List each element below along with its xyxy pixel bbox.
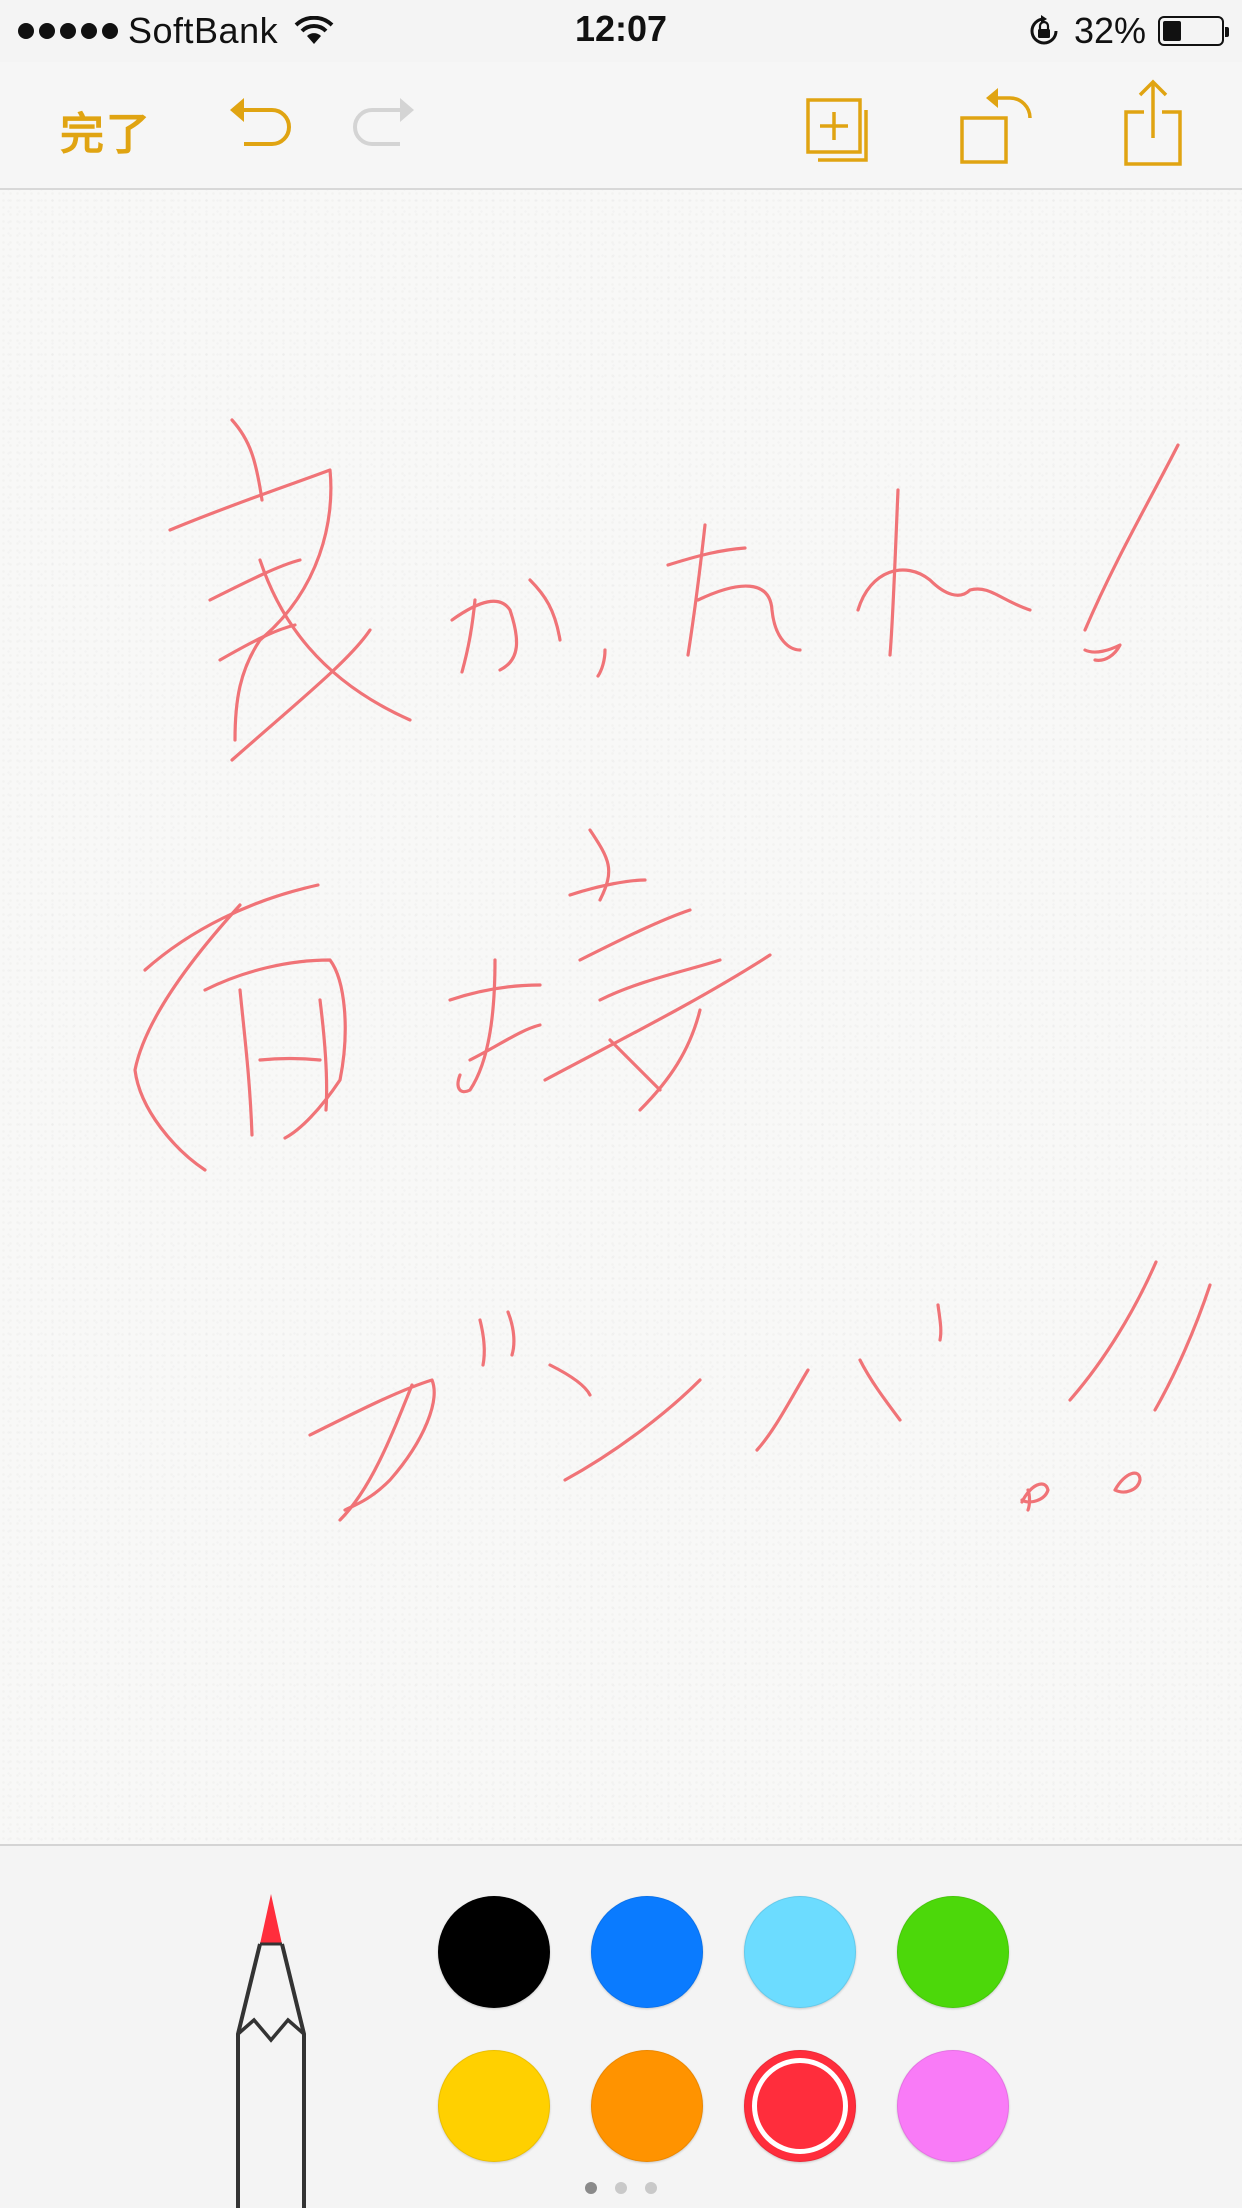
sketch-screen: SoftBank 12:07 32% 完了 [0, 0, 1242, 2208]
color-swatch-pink[interactable] [897, 2050, 1009, 2162]
ink-stroke [858, 1358, 902, 1422]
ink-stroke [308, 1378, 436, 1512]
color-swatch-orange[interactable] [591, 2050, 703, 2162]
ink-stroke [1113, 1471, 1142, 1494]
ink-stroke [596, 648, 607, 678]
ink-stroke [1020, 1482, 1050, 1504]
sketch-toolbar: 完了 [0, 62, 1242, 190]
color-swatch-blue[interactable] [591, 1896, 703, 2008]
ink-stroke [468, 1023, 542, 1062]
ink-palette [0, 1844, 1242, 2208]
color-swatch-black[interactable] [438, 1896, 550, 2008]
ink-stroke [1083, 443, 1180, 632]
ink-stroke [696, 584, 802, 652]
ink-stroke [258, 1056, 322, 1062]
palette-page-indicator [0, 2182, 1242, 2194]
battery-icon [1158, 16, 1229, 46]
ink-stroke [548, 1363, 592, 1397]
ink-stroke [1153, 1283, 1212, 1412]
share-icon [1124, 79, 1182, 166]
battery-percent: 32% [1073, 10, 1146, 51]
ink-stroke [168, 468, 333, 742]
page-dot [615, 2182, 627, 2194]
ink-stroke [238, 988, 254, 1137]
ink-stroke [1083, 643, 1122, 662]
pencil-tool-icon[interactable] [232, 1892, 310, 2208]
ink-stroke [456, 958, 497, 1094]
ink-stroke [230, 418, 264, 502]
add-page-button[interactable] [806, 98, 874, 164]
status-bar: SoftBank 12:07 32% [0, 0, 1242, 62]
page-dot [585, 2182, 597, 2194]
rotate-button[interactable] [958, 84, 1038, 166]
add-page-icon [806, 98, 868, 162]
ink-stroke [666, 546, 747, 567]
drawing-canvas[interactable] [0, 190, 1242, 1844]
undo-button[interactable] [228, 92, 294, 156]
ink-stroke [936, 1303, 943, 1342]
ink-stroke [563, 1378, 702, 1482]
battery-level-fill [1163, 21, 1181, 41]
ink-stroke [208, 558, 302, 602]
ink-stroke [543, 953, 772, 1082]
undo-icon [230, 98, 291, 146]
redo-button[interactable] [350, 92, 416, 156]
ink-stroke [686, 523, 707, 657]
ink-stroke [258, 558, 412, 722]
ink-stroke [1026, 1488, 1032, 1512]
ink-stroke [133, 903, 242, 1172]
ink-stroke [318, 998, 329, 1112]
redo-icon [353, 98, 414, 146]
color-swatch-green[interactable] [897, 1896, 1009, 2008]
rotate-icon [960, 88, 1032, 164]
ink-stroke [578, 908, 692, 962]
status-right: 32% [1026, 10, 1229, 52]
share-button[interactable] [1122, 78, 1184, 168]
ink-stroke [143, 883, 320, 972]
color-swatch-light-blue[interactable] [744, 1896, 856, 2008]
handwritten-sketch [133, 418, 1212, 1522]
ink-stroke [338, 1383, 414, 1522]
ink-stroke [450, 599, 519, 672]
ink-stroke [528, 578, 562, 642]
ink-stroke [755, 1368, 810, 1452]
color-swatch-red[interactable] [744, 2050, 856, 2162]
ink-stroke [478, 1318, 486, 1367]
ink-stroke [1068, 1260, 1158, 1402]
ink-stroke [506, 1310, 516, 1357]
color-swatch-yellow[interactable] [438, 2050, 550, 2162]
ink-stroke [856, 568, 1032, 612]
rotation-lock-icon [1030, 15, 1058, 45]
done-button[interactable]: 完了 [60, 98, 152, 162]
ink-stroke [608, 1038, 662, 1092]
page-dot [645, 2182, 657, 2194]
